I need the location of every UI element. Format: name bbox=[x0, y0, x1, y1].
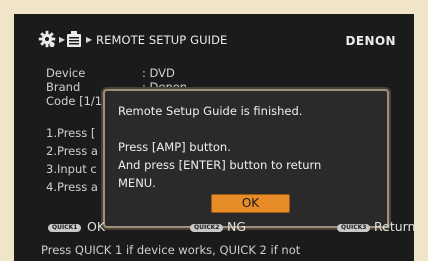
info-key: Code [1/1] bbox=[46, 94, 107, 108]
step-item: 1.Press [ bbox=[46, 126, 96, 140]
step-item: 2.Press a bbox=[46, 144, 98, 158]
dialog-message: Remote Setup Guide is finished. bbox=[118, 104, 303, 118]
gear-icon bbox=[38, 30, 56, 48]
completion-dialog: Remote Setup Guide is finished. Press [A… bbox=[103, 89, 389, 228]
header-bar: ▶ ▶ REMOTE SETUP GUIDE DENON bbox=[14, 28, 414, 52]
osd-screen: ▶ ▶ REMOTE SETUP GUIDE DENON Device : DV… bbox=[14, 14, 414, 261]
info-key: Brand bbox=[46, 80, 81, 94]
quick3-label: Return bbox=[374, 219, 414, 234]
dialog-instruction-1: Press [AMP] button. bbox=[118, 140, 231, 154]
page-title: REMOTE SETUP GUIDE bbox=[96, 33, 228, 47]
menu-list-icon bbox=[67, 31, 81, 47]
quick3-badge[interactable]: QUICK3 bbox=[337, 224, 371, 232]
info-key: Device bbox=[46, 66, 86, 80]
instruction-text: Press QUICK 1 if device works, QUICK 2 i… bbox=[41, 243, 301, 257]
step-item: 3.Input c bbox=[46, 162, 97, 176]
quick2-label: NG bbox=[227, 219, 247, 234]
info-value: : DVD bbox=[142, 66, 175, 80]
step-item: 4.Press a bbox=[46, 180, 98, 194]
dialog-instruction-2: And press [ENTER] button to return bbox=[118, 158, 322, 172]
quick1-label: OK bbox=[87, 219, 106, 234]
breadcrumb-arrow-icon: ▶ bbox=[59, 35, 66, 44]
brand-logo: DENON bbox=[345, 34, 396, 48]
ok-button[interactable]: OK bbox=[211, 194, 290, 213]
dialog-instruction-3: MENU. bbox=[118, 176, 156, 190]
quick1-badge[interactable]: QUICK1 bbox=[48, 224, 82, 232]
quick2-badge[interactable]: QUICK2 bbox=[190, 224, 224, 232]
breadcrumb-arrow-icon: ▶ bbox=[86, 35, 93, 44]
